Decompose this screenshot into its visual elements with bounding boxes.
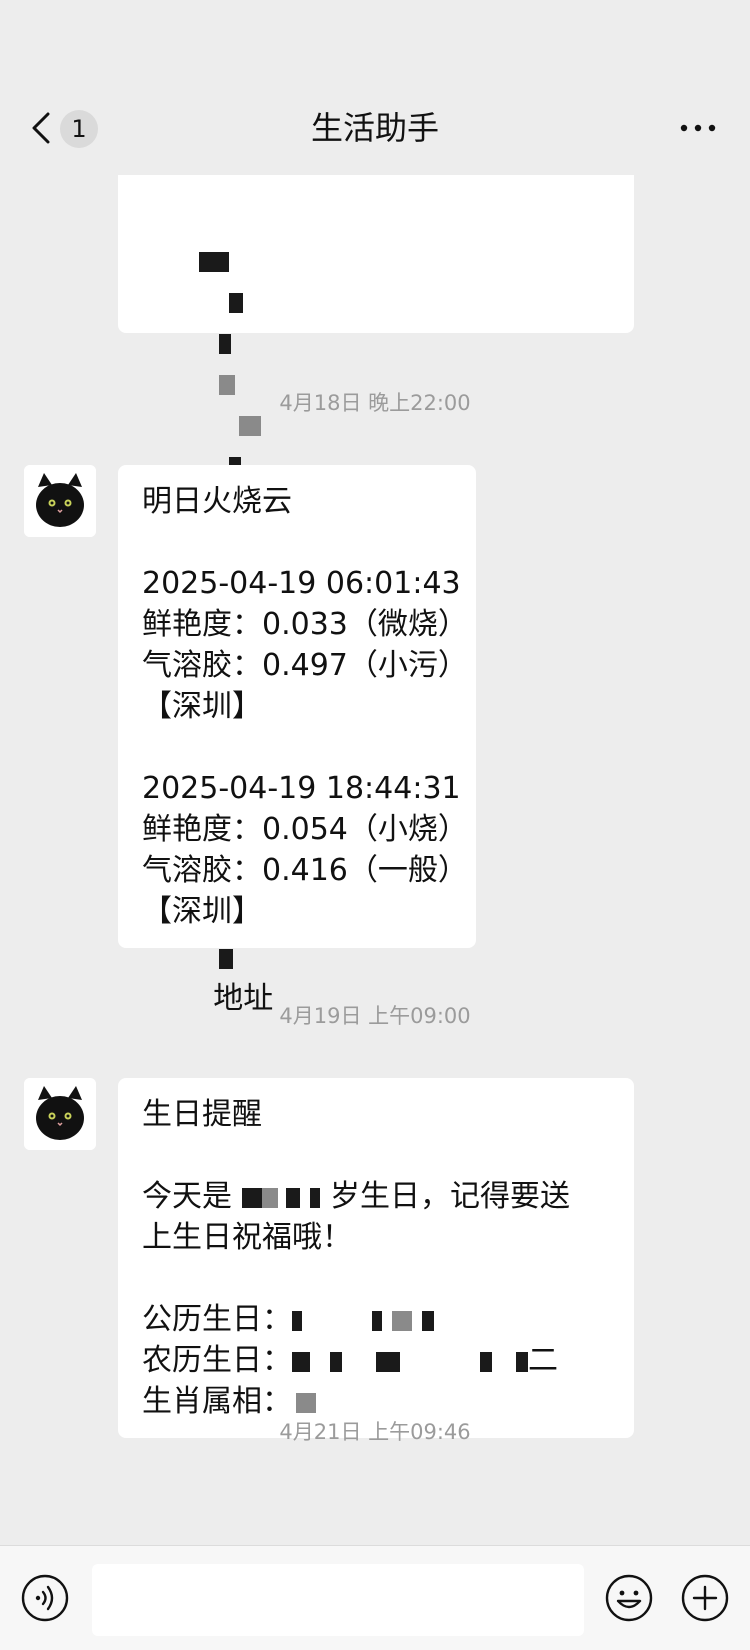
black-cat-avatar <box>24 465 96 537</box>
message-line: 【深圳】 <box>142 689 262 724</box>
message-line <box>142 1258 610 1299</box>
message-line: 2025-04-19 06:01:43 <box>142 566 461 601</box>
message-line: 公历生日： <box>142 1299 610 1340</box>
message-line: 【深圳】 <box>142 894 262 929</box>
message-line: 气溶胶：0.416（一般） <box>142 853 468 888</box>
timestamp: 4月19日 上午09:00 <box>279 1004 471 1028</box>
avatar[interactable] <box>24 1078 96 1150</box>
black-cat-avatar <box>24 1078 96 1150</box>
avatar[interactable] <box>24 465 96 537</box>
message-bubble-partial[interactable]: 地址 <box>118 175 634 1215</box>
message-line: 2025-04-19 18:44:31 <box>142 771 461 806</box>
message-line: 生肖属相： <box>142 1381 610 1422</box>
message-line: 上生日祝福哦！ <box>142 1220 352 1255</box>
message-line: 今天是 岁生日，记得要送 <box>142 1176 610 1217</box>
timestamp: 4月18日 晚上22:00 <box>279 391 471 415</box>
message-input[interactable] <box>92 1564 584 1636</box>
message-bubble-sunset[interactable]: 明日火烧云 2025-04-19 06:01:43 鲜艳度：0.033（微烧） … <box>118 465 476 948</box>
more-dots-icon[interactable] <box>678 122 718 134</box>
message-text: 生肖属相： <box>142 1384 292 1419</box>
chat-area[interactable]: 地址 4月18日 晚上22:00 明日火烧云 2025-04-19 06:01:… <box>0 175 750 1545</box>
timestamp: 4月21日 上午09:46 <box>279 1420 471 1444</box>
message-bubble-birthday[interactable]: 生日提醒 今天是 岁生日，记得要送 上生日祝福哦！ 公历生日： 农历生日： 二 生肖… <box>118 1078 634 1438</box>
emoji-icon[interactable] <box>604 1573 654 1623</box>
message-line <box>142 1135 610 1176</box>
page-title: 生活助手 <box>310 109 439 147</box>
message-line: 鲜艳度：0.054（小烧） <box>142 812 468 847</box>
message-text: 二 <box>528 1343 558 1378</box>
message-line: 明日火烧云 <box>142 484 292 519</box>
message-text: 岁生日，记得要送 <box>330 1179 570 1214</box>
message-text: 今天是 <box>142 1179 232 1214</box>
message-line: 气溶胶：0.497（小污） <box>142 648 468 683</box>
header-bar: 1 生活助手 <box>0 0 750 175</box>
message-line: 鲜艳度：0.033（微烧） <box>142 607 468 642</box>
message-line: 农历生日： 二 <box>142 1340 610 1381</box>
message-line <box>142 727 452 768</box>
message-text: 农历生日： <box>142 1343 292 1378</box>
input-bar <box>0 1545 750 1650</box>
message-text: 公历生日： <box>142 1302 292 1337</box>
message-line: 生日提醒 <box>142 1097 262 1132</box>
voice-icon[interactable] <box>20 1573 70 1623</box>
plus-icon[interactable] <box>680 1573 730 1623</box>
message-line <box>142 522 452 563</box>
